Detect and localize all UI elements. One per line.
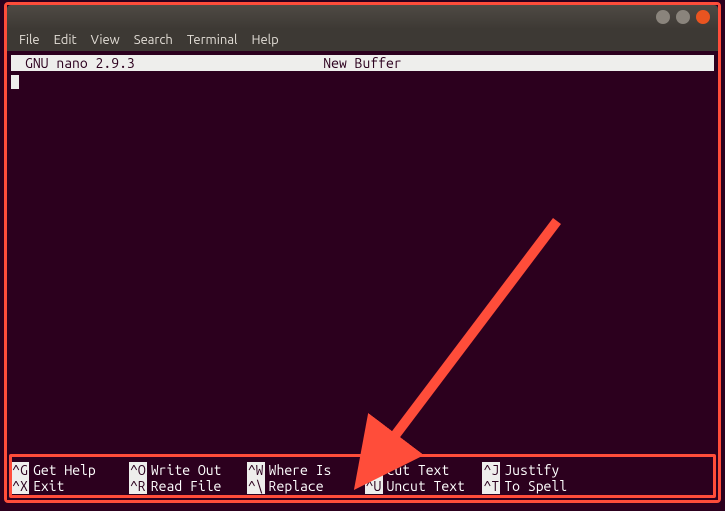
shortcut-justify: ^JJustify bbox=[482, 462, 596, 478]
shortcut-label: Where Is bbox=[269, 462, 332, 478]
shortcut-label: Write Out bbox=[151, 462, 222, 478]
window-titlebar bbox=[7, 5, 718, 29]
terminal-area[interactable]: GNU nano 2.9.3 New Buffer ^GGet Help ^OW… bbox=[7, 51, 718, 500]
terminal-window: File Edit View Search Terminal Help GNU … bbox=[7, 5, 718, 500]
key-icon: ^\ bbox=[247, 478, 265, 494]
menubar: File Edit View Search Terminal Help bbox=[7, 29, 718, 51]
shortcut-to-spell: ^TTo Spell bbox=[482, 478, 596, 494]
shortcut-uncut-text: ^UUncut Text bbox=[365, 478, 479, 494]
shortcut-where-is: ^WWhere Is bbox=[247, 462, 361, 478]
shortcut-read-file: ^RRead File bbox=[129, 478, 243, 494]
shortcut-label: Read File bbox=[151, 478, 222, 494]
key-icon: ^X bbox=[11, 478, 29, 494]
close-icon[interactable] bbox=[696, 10, 710, 24]
shortcut-label: Uncut Text bbox=[387, 478, 465, 494]
shortcut-label: Justify bbox=[504, 462, 559, 478]
menu-file[interactable]: File bbox=[13, 31, 46, 49]
key-icon: ^R bbox=[129, 478, 147, 494]
shortcut-label: Replace bbox=[269, 478, 324, 494]
key-icon: ^T bbox=[482, 478, 500, 494]
nano-version: GNU nano 2.9.3 bbox=[25, 55, 135, 71]
nano-filename: New Buffer bbox=[323, 55, 401, 71]
shortcut-get-help: ^GGet Help bbox=[11, 462, 125, 478]
menu-help[interactable]: Help bbox=[245, 31, 284, 49]
shortcut-label: Exit bbox=[33, 478, 64, 494]
menu-edit[interactable]: Edit bbox=[48, 31, 83, 49]
key-icon: ^W bbox=[247, 462, 265, 478]
shortcut-label: Get Help bbox=[33, 462, 96, 478]
key-icon: ^G bbox=[11, 462, 29, 478]
shortcut-write-out: ^OWrite Out bbox=[129, 462, 243, 478]
nano-editor-area[interactable] bbox=[11, 71, 714, 462]
shortcut-label: Cut Text bbox=[387, 462, 450, 478]
shortcut-replace: ^\Replace bbox=[247, 478, 361, 494]
key-icon: ^U bbox=[365, 478, 383, 494]
shortcut-exit: ^XExit bbox=[11, 478, 125, 494]
key-icon: ^J bbox=[482, 462, 500, 478]
key-icon: ^O bbox=[129, 462, 147, 478]
menu-view[interactable]: View bbox=[85, 31, 126, 49]
maximize-icon[interactable] bbox=[676, 10, 690, 24]
minimize-icon[interactable] bbox=[656, 10, 670, 24]
menu-search[interactable]: Search bbox=[128, 31, 179, 49]
text-cursor bbox=[11, 75, 19, 89]
nano-statusbar: GNU nano 2.9.3 New Buffer bbox=[11, 55, 714, 71]
shortcut-label: To Spell bbox=[504, 478, 567, 494]
key-icon: ^K bbox=[365, 462, 383, 478]
shortcut-cut-text: ^KCut Text bbox=[365, 462, 479, 478]
menu-terminal[interactable]: Terminal bbox=[181, 31, 244, 49]
nano-shortcut-bar: ^GGet Help ^OWrite Out ^WWhere Is ^KCut … bbox=[11, 462, 714, 496]
